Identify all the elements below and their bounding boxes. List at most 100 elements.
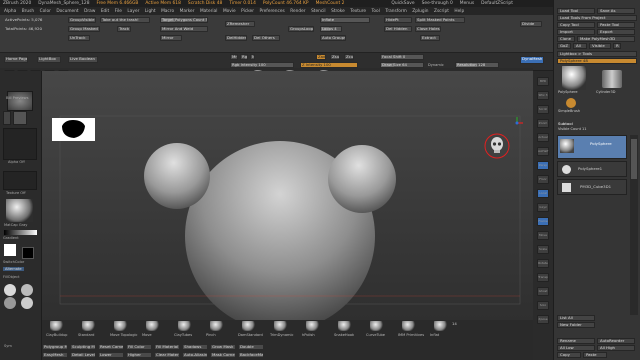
- brush-label[interactable]: TrimDynamic: [270, 333, 294, 337]
- brush-icon[interactable]: [434, 321, 448, 331]
- menu-item[interactable]: Marker: [180, 9, 195, 14]
- brush-label[interactable]: Move: [142, 333, 152, 337]
- zsub-button[interactable]: Zsub: [330, 54, 340, 60]
- mirror-button[interactable]: Mirror: [160, 35, 182, 41]
- brush-icon[interactable]: [178, 321, 192, 331]
- bottom-tool-button[interactable]: Polygroup Mode: [42, 344, 68, 350]
- menu-item[interactable]: Alpha: [4, 9, 16, 14]
- brush-label[interactable]: CurveTube: [366, 333, 385, 337]
- menu-item[interactable]: Zscript: [434, 9, 449, 14]
- strip-button[interactable]: Local: [537, 189, 549, 198]
- menu-item[interactable]: Tool: [372, 9, 380, 14]
- menu-item[interactable]: Brush: [22, 9, 34, 14]
- m-button[interactable]: M: [250, 54, 255, 60]
- visible-count[interactable]: Visible Count 11: [558, 127, 587, 132]
- brush-icon[interactable]: [50, 321, 64, 331]
- strip-button[interactable]: Scale: [537, 245, 549, 254]
- live-boolean-button[interactable]: Live Boolean: [68, 56, 98, 63]
- loops-slider[interactable]: Loops 4: [320, 26, 342, 32]
- zadd-button[interactable]: Zadd: [316, 54, 326, 60]
- default-zscript[interactable]: DefaultZScript: [481, 1, 513, 6]
- all-low-button[interactable]: All Low: [557, 345, 595, 351]
- paste-tool-button[interactable]: Paste Tool: [597, 22, 635, 28]
- del-others-button[interactable]: Del Others: [252, 35, 280, 41]
- lightbox-tools-button[interactable]: Lightbox > Tools: [557, 51, 637, 57]
- delhidden-button[interactable]: DelHidden: [225, 35, 247, 41]
- bottom-tool-button[interactable]: Mask Corners: [210, 352, 236, 358]
- menu-item[interactable]: Layer: [127, 9, 139, 14]
- inflate-slider[interactable]: Inflate: [320, 17, 370, 23]
- texture-slot[interactable]: [3, 171, 37, 190]
- menu-item[interactable]: Movie: [223, 9, 236, 14]
- autoreorder-button[interactable]: AutoReorder: [597, 338, 635, 344]
- save-as-button[interactable]: Save As: [597, 8, 635, 14]
- group-masked-button[interactable]: Group Masked: [68, 26, 100, 32]
- brush-icon[interactable]: [210, 321, 224, 331]
- groups-loops-button[interactable]: GroupsLoops: [288, 26, 314, 32]
- brush-icon[interactable]: [114, 321, 128, 331]
- strip-button[interactable]: AAHalf: [537, 147, 549, 156]
- import-button[interactable]: Import: [557, 29, 595, 35]
- take-out-trash-button[interactable]: Take out the trash!: [100, 17, 150, 23]
- menus-toggle[interactable]: Menus: [460, 1, 474, 6]
- subtool-row-3[interactable]: PM3D_Cube3D1: [557, 179, 627, 195]
- goz-button[interactable]: GoZ: [557, 43, 571, 49]
- focal-shift-slider[interactable]: Focal Shift 0: [380, 54, 424, 60]
- brush-icon[interactable]: [242, 321, 256, 331]
- mirror-and-weld-button[interactable]: Mirror And Weld: [160, 26, 208, 32]
- previews-thumb[interactable]: [7, 91, 33, 111]
- strip-button[interactable]: Xpose: [537, 315, 549, 324]
- close-holes-button[interactable]: Close Holes: [415, 26, 441, 32]
- lightbox-button[interactable]: LightBox: [37, 56, 61, 63]
- strip-button[interactable]: BPR: [537, 77, 549, 86]
- bottom-tool-button[interactable]: Clear Material: [154, 352, 180, 358]
- brush-icon[interactable]: [370, 321, 384, 331]
- bottom-tool-button[interactable]: EasyMesh: [42, 352, 68, 358]
- list-all-button[interactable]: List All: [557, 315, 595, 321]
- menu-item[interactable]: Color: [40, 9, 51, 14]
- brush-label[interactable]: DamStandard: [238, 333, 263, 337]
- copy-button[interactable]: Copy: [557, 352, 581, 358]
- zcut-button[interactable]: Zcut: [344, 54, 354, 60]
- brush-label[interactable]: IMM Primitives: [398, 333, 424, 337]
- alpha-slot[interactable]: [3, 128, 37, 160]
- subtool-row-active[interactable]: PolySphere: [557, 135, 627, 159]
- alternate-button[interactable]: Alternate: [3, 267, 24, 271]
- paste-button[interactable]: Paste: [583, 352, 607, 358]
- sym-button[interactable]: Sym: [4, 344, 12, 348]
- group-visible-button[interactable]: GroupVisible: [68, 17, 96, 23]
- strip-button[interactable]: SPix 3: [537, 91, 549, 100]
- main-color-swatch[interactable]: [4, 244, 16, 256]
- sculpt-viewport[interactable]: [42, 71, 533, 331]
- brush-icon[interactable]: [338, 321, 352, 331]
- matcap-thumb[interactable]: [6, 199, 33, 222]
- strip-button[interactable]: Transp: [537, 273, 549, 282]
- menu-item[interactable]: Help: [454, 9, 464, 14]
- polysphere-thumb[interactable]: [562, 66, 586, 90]
- secondary-color-swatch[interactable]: [22, 247, 34, 259]
- bottom-tool-button[interactable]: Shadows: [182, 344, 208, 350]
- auto-groups-button[interactable]: Auto Groups: [320, 35, 346, 41]
- new-folder-button[interactable]: New Folder: [557, 322, 595, 328]
- del-hidden-button[interactable]: Del Hidden: [384, 26, 412, 32]
- quicksave-button[interactable]: QuickSave: [391, 1, 414, 6]
- cylinder-thumb[interactable]: [602, 70, 622, 88]
- divide-button[interactable]: Divide: [520, 21, 542, 27]
- track-button[interactable]: Track: [117, 26, 131, 32]
- bottom-tool-button[interactable]: Sculpting Mode: [70, 344, 96, 350]
- strip-button[interactable]: Persp: [537, 161, 549, 170]
- extract-button[interactable]: Extract: [420, 35, 440, 41]
- rename-button[interactable]: Rename: [557, 338, 595, 344]
- strip-button[interactable]: Zoom: [537, 119, 549, 128]
- brush-label[interactable]: hPolish: [302, 333, 315, 337]
- menu-item[interactable]: Picker: [241, 9, 254, 14]
- target-polygons-slider[interactable]: Target Polygons Count 5: [160, 17, 208, 23]
- brush-label[interactable]: Standard: [78, 333, 94, 337]
- load-tool-button[interactable]: Load Tool: [557, 8, 595, 14]
- brush-label[interactable]: ClayTubes: [174, 333, 192, 337]
- clone-button[interactable]: Clone: [557, 36, 575, 42]
- subtool-header[interactable]: Subtool: [558, 121, 573, 126]
- menu-item[interactable]: Transform: [385, 9, 406, 14]
- visible-button[interactable]: Visible: [589, 43, 611, 49]
- brush-label[interactable]: Pinch: [206, 333, 216, 337]
